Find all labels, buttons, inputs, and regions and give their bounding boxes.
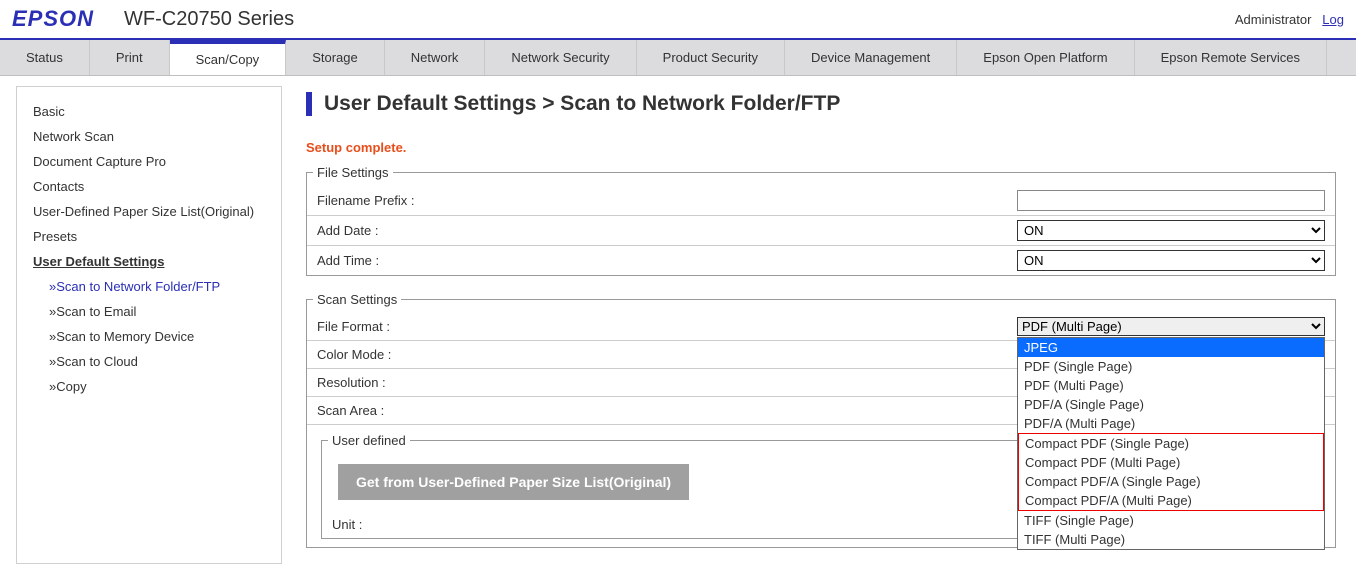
product-name: WF-C20750 Series (124, 8, 294, 31)
add-time-select[interactable]: ON (1017, 250, 1325, 271)
tab-epson-open-platform[interactable]: Epson Open Platform (957, 40, 1134, 75)
sidebar-item-user-defined-paper-size-list-original-[interactable]: User-Defined Paper Size List(Original) (33, 199, 265, 224)
tab-status[interactable]: Status (0, 40, 90, 75)
tab-device-management[interactable]: Device Management (785, 40, 957, 75)
brand-logo: EPSON (12, 6, 124, 32)
sidebar-sub--scan-to-cloud[interactable]: »Scan to Cloud (49, 349, 265, 374)
sidebar-sub--scan-to-memory-device[interactable]: »Scan to Memory Device (49, 324, 265, 349)
file-format-option[interactable]: PDF (Single Page) (1018, 357, 1324, 376)
scan-settings-group: Scan Settings File Format : PDF (Multi P… (306, 292, 1336, 548)
filename-prefix-input[interactable] (1017, 190, 1325, 211)
color-mode-label: Color Mode : (317, 347, 1017, 362)
get-udps-button[interactable]: Get from User-Defined Paper Size List(Or… (338, 464, 689, 500)
file-format-option[interactable]: Compact PDF/A (Single Page) (1019, 472, 1323, 491)
tab-storage[interactable]: Storage (286, 40, 385, 75)
file-format-option[interactable]: TIFF (Multi Page) (1018, 530, 1324, 549)
sidebar-item-basic[interactable]: Basic (33, 99, 265, 124)
file-format-dropdown: JPEGPDF (Single Page)PDF (Multi Page)PDF… (1017, 337, 1325, 550)
login-link[interactable]: Log (1322, 12, 1344, 27)
file-format-label: File Format : (317, 319, 1017, 334)
file-format-option[interactable]: JPEG (1018, 338, 1324, 357)
file-format-option[interactable]: Compact PDF (Multi Page) (1019, 453, 1323, 472)
file-format-option[interactable]: TIFF (Single Page) (1018, 511, 1324, 530)
user-label: Administrator (1235, 12, 1312, 27)
sidebar-sub--copy[interactable]: »Copy (49, 374, 265, 399)
sidebar-sub--scan-to-network-folder-ftp[interactable]: »Scan to Network Folder/FTP (49, 274, 265, 299)
unit-label: Unit : (332, 517, 1032, 532)
main-tabs: StatusPrintScan/CopyStorageNetworkNetwor… (0, 40, 1356, 76)
sidebar-sub--scan-to-email[interactable]: »Scan to Email (49, 299, 265, 324)
tab-scan-copy[interactable]: Scan/Copy (170, 40, 287, 75)
sidebar-item-presets[interactable]: Presets (33, 224, 265, 249)
file-format-option[interactable]: Compact PDF/A (Multi Page) (1019, 491, 1323, 510)
sidebar-item-network-scan[interactable]: Network Scan (33, 124, 265, 149)
resolution-label: Resolution : (317, 375, 1017, 390)
scan-settings-legend: Scan Settings (313, 292, 401, 307)
add-time-label: Add Time : (317, 253, 1017, 268)
file-format-select[interactable]: PDF (Multi Page) (1017, 317, 1325, 336)
filename-prefix-label: Filename Prefix : (317, 193, 1017, 208)
add-date-select[interactable]: ON (1017, 220, 1325, 241)
tab-print[interactable]: Print (90, 40, 170, 75)
sidebar-item-document-capture-pro[interactable]: Document Capture Pro (33, 149, 265, 174)
scan-area-label: Scan Area : (317, 403, 1017, 418)
tab-network-security[interactable]: Network Security (485, 40, 636, 75)
add-date-label: Add Date : (317, 223, 1017, 238)
file-settings-group: File Settings Filename Prefix : Add Date… (306, 165, 1336, 276)
tab-product-security[interactable]: Product Security (637, 40, 785, 75)
tab-epson-remote-services[interactable]: Epson Remote Services (1135, 40, 1327, 75)
file-settings-legend: File Settings (313, 165, 393, 180)
user-defined-legend: User defined (328, 433, 410, 448)
sidebar-item-user-default-settings[interactable]: User Default Settings (33, 249, 265, 274)
sidebar: BasicNetwork ScanDocument Capture ProCon… (16, 86, 282, 564)
tab-network[interactable]: Network (385, 40, 486, 75)
file-format-option[interactable]: PDF/A (Multi Page) (1018, 414, 1324, 433)
page-title: User Default Settings > Scan to Network … (306, 92, 1336, 116)
status-message: Setup complete. (306, 140, 1336, 155)
file-format-option[interactable]: PDF/A (Single Page) (1018, 395, 1324, 414)
file-format-option[interactable]: Compact PDF (Single Page) (1019, 434, 1323, 453)
sidebar-item-contacts[interactable]: Contacts (33, 174, 265, 199)
file-format-option[interactable]: PDF (Multi Page) (1018, 376, 1324, 395)
